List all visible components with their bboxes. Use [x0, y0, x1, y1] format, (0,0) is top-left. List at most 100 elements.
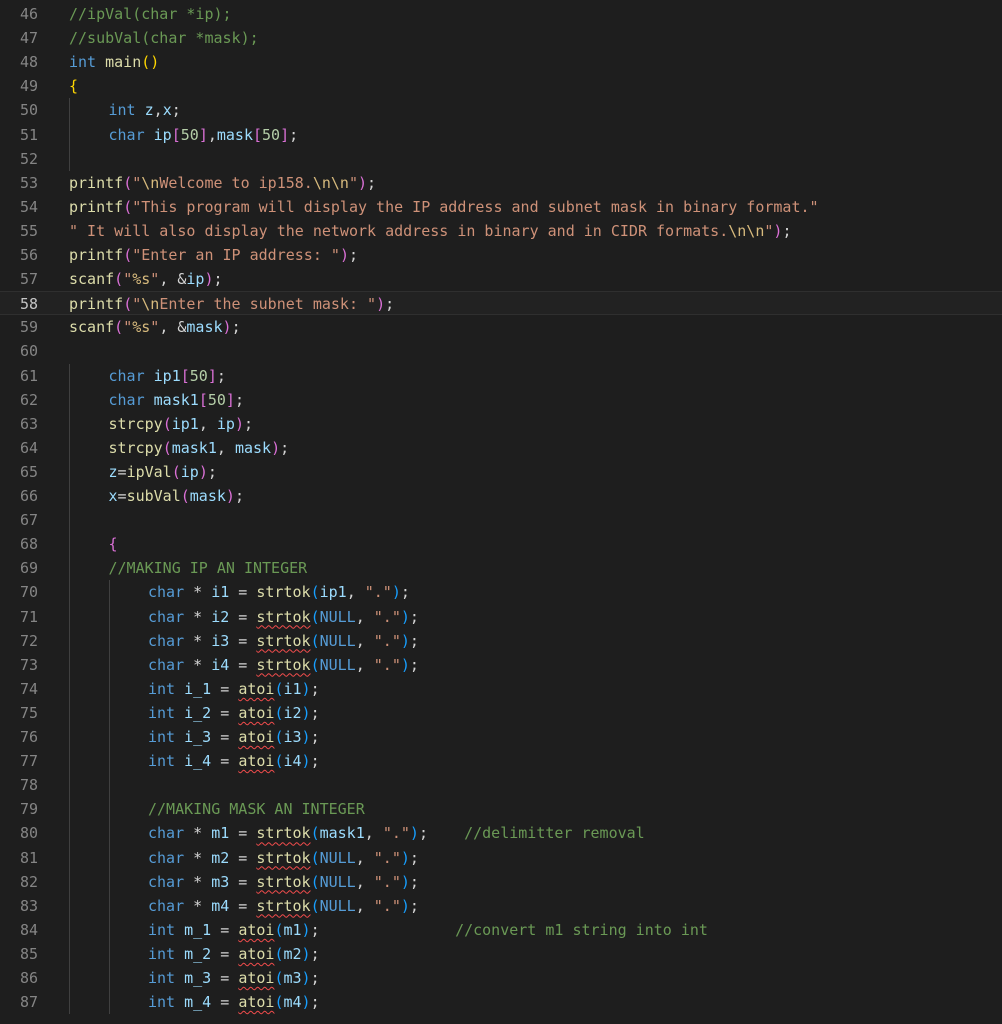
code-token: %s	[132, 270, 151, 289]
code-line[interactable]: 48 int main()	[0, 50, 1002, 74]
code-line[interactable]: 83 char * m4 = strtok(NULL, ".");	[0, 894, 1002, 918]
code-token: ,	[198, 414, 217, 433]
code-token: "."	[373, 631, 401, 650]
code-line[interactable]: 67	[0, 508, 1002, 532]
code-token: int	[148, 944, 176, 963]
code-token: ;	[243, 414, 253, 433]
code-line[interactable]: 46 //ipVal(char *ip);	[0, 2, 1002, 26]
code-token: (	[114, 318, 124, 337]
code-token: *	[184, 631, 212, 650]
code-line[interactable]: 61 char ip1[50];	[0, 364, 1002, 388]
code-line[interactable]: 73 char * i4 = strtok(NULL, ".");	[0, 653, 1002, 677]
line-code: printf("\nEnter the subnet mask: ");	[69, 292, 394, 316]
line-number: 84	[19, 920, 38, 939]
line-number: 70	[19, 583, 38, 602]
code-token: ,	[346, 583, 365, 602]
code-token: m1	[283, 920, 302, 939]
code-token: subVal	[126, 487, 181, 505]
code-token: NULL	[319, 896, 356, 915]
code-line[interactable]: 64 strcpy(mask1, mask);	[0, 436, 1002, 460]
code-token: strtok	[256, 655, 311, 674]
code-line[interactable]: 59 scanf("%s", &mask);	[0, 315, 1002, 339]
code-line[interactable]: 78	[0, 773, 1002, 797]
code-token: i4	[211, 655, 230, 674]
code-token: strcpy	[108, 414, 163, 433]
code-line[interactable]: 85 int m_2 = atoi(m2);	[0, 942, 1002, 966]
code-token: m3	[283, 969, 302, 987]
code-line[interactable]: 60	[0, 339, 1002, 363]
code-token: (	[171, 462, 181, 481]
code-line[interactable]: 74 int i_1 = atoi(i1);	[0, 677, 1002, 701]
code-line[interactable]: 84 int m_1 = atoi(m1); //convert m1 strin…	[0, 918, 1002, 942]
code-token: )	[301, 920, 311, 939]
code-token: "	[123, 318, 133, 337]
code-line[interactable]: 53 printf("\nWelcome to ip158.\n\n");	[0, 171, 1002, 195]
code-token: i1	[283, 679, 302, 698]
code-line[interactable]: 55 " It will also display the network add…	[0, 219, 1002, 243]
code-line[interactable]: 72 char * i3 = strtok(NULL, ".");	[0, 629, 1002, 653]
line-number: 54	[19, 197, 38, 216]
code-line[interactable]: 81 char * m2 = strtok(NULL, ".");	[0, 846, 1002, 870]
code-line[interactable]: 77 int i_4 = atoi(i4);	[0, 749, 1002, 773]
code-line[interactable]: 58 printf("\nEnter the subnet mask: ");	[0, 291, 1002, 316]
code-token: 50	[207, 390, 226, 409]
code-line[interactable]: 57 scanf("%s", &ip);	[0, 267, 1002, 291]
code-line[interactable]: 54 printf("This program will display the …	[0, 195, 1002, 219]
code-token: )	[301, 993, 311, 1012]
code-line[interactable]: 50 int z,x;	[0, 98, 1002, 122]
code-editor[interactable]: 46 //ipVal(char *ip); 47 //subVal(char *mas…	[0, 0, 1002, 1024]
code-token: ,	[355, 896, 374, 915]
code-token: i_3	[184, 728, 212, 746]
code-token: ,	[216, 438, 235, 457]
code-token: i4	[283, 752, 302, 771]
code-token: char	[108, 125, 145, 144]
code-line[interactable]: 86 int m_3 = atoi(m3);	[0, 966, 1002, 990]
line-number: 49	[19, 77, 38, 96]
code-token: strtok	[256, 872, 311, 891]
code-token: atoi	[238, 703, 275, 722]
code-line[interactable]: 69 //MAKING IP AN INTEGER	[0, 556, 1002, 580]
line-number: 62	[19, 390, 38, 409]
code-line[interactable]: 82 char * m3 = strtok(NULL, ".");	[0, 870, 1002, 894]
code-line[interactable]: 65 z=ipVal(ip);	[0, 460, 1002, 484]
line-code: char * i1 = strtok(ip1, ".");	[148, 580, 410, 604]
code-token: (	[162, 414, 172, 433]
line-number: 65	[19, 462, 38, 481]
line-number: 77	[19, 752, 38, 771]
code-token: printf	[69, 173, 124, 192]
code-token: {	[108, 535, 118, 554]
code-line[interactable]: 76 int i_3 = atoi(i3);	[0, 725, 1002, 749]
code-line[interactable]: 87 int m_4 = atoi(m4);	[0, 990, 1002, 1014]
code-line[interactable]: 51 char ip[50],mask[50];	[0, 123, 1002, 147]
code-token: (	[123, 197, 133, 216]
code-token: NULL	[319, 655, 356, 674]
code-line[interactable]: 66 x=subVal(mask);	[0, 484, 1002, 508]
code-line[interactable]: 79 //MAKING MASK AN INTEGER	[0, 797, 1002, 821]
code-token: "	[132, 173, 142, 192]
code-line[interactable]: 75 int i_2 = atoi(i2);	[0, 701, 1002, 725]
code-token: )	[234, 414, 244, 433]
code-line[interactable]: 47 //subVal(char *mask);	[0, 26, 1002, 50]
code-line[interactable]: 56 printf("Enter an IP address: ");	[0, 243, 1002, 267]
code-line[interactable]: 62 char mask1[50];	[0, 388, 1002, 412]
code-line[interactable]: 80 char * m1 = strtok(mask1, "."); //deli…	[0, 821, 1002, 845]
code-token: \n	[141, 173, 160, 192]
code-line[interactable]: 70 char * i1 = strtok(ip1, ".");	[0, 580, 1002, 604]
code-line[interactable]: 63 strcpy(ip1, ip);	[0, 412, 1002, 436]
code-token: "."	[373, 655, 401, 674]
code-line[interactable]: 52	[0, 147, 1002, 171]
code-token: )	[301, 752, 311, 771]
code-token: (	[114, 270, 124, 289]
line-code: int m_3 = atoi(m3);	[148, 966, 320, 990]
code-line[interactable]: 68 {	[0, 532, 1002, 556]
line-number: 63	[19, 414, 38, 433]
line-number: 81	[19, 848, 38, 867]
code-line[interactable]: 71 char * i2 = strtok(NULL, ".");	[0, 605, 1002, 629]
code-token: )	[271, 438, 281, 457]
code-token: )	[225, 487, 235, 505]
code-line[interactable]: 49 {	[0, 74, 1002, 98]
code-token: //MAKING MASK AN INTEGER	[148, 800, 365, 819]
